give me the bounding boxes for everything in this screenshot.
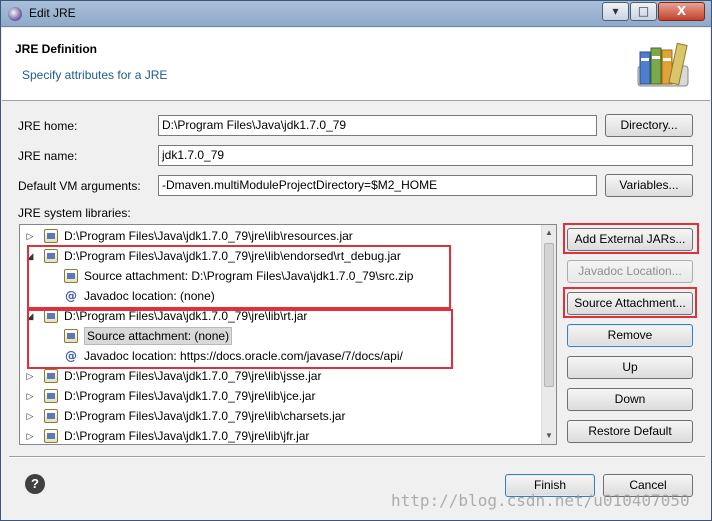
add-external-jars-label: Add External JARs... xyxy=(574,232,686,246)
tree-scrollbar[interactable]: ▲ ▼ xyxy=(541,225,556,444)
library-jar-row[interactable]: ▷ D:\Program Files\Java\jdk1.7.0_79\jre\l… xyxy=(20,386,543,406)
jar-icon xyxy=(44,309,58,323)
source-attachment-icon xyxy=(64,329,78,343)
window-title: Edit JRE xyxy=(29,6,76,20)
jre-home-field[interactable]: D:\Program Files\Java\jdk1.7.0_79 xyxy=(158,115,597,136)
library-jar-row[interactable]: ▷ D:\Program Files\Java\jdk1.7.0_79\jre\l… xyxy=(20,426,543,444)
tree-item-label: D:\Program Files\Java\jdk1.7.0_79\jre\li… xyxy=(64,309,308,323)
libraries-label: JRE system libraries: xyxy=(18,206,131,220)
jre-home-label: JRE home: xyxy=(18,119,78,133)
javadoc-location-row[interactable]: @ Javadoc location: (none) xyxy=(20,286,543,306)
collapse-icon[interactable]: ◢ xyxy=(24,246,36,266)
tree-item-label: D:\Program Files\Java\jdk1.7.0_79\jre\li… xyxy=(64,429,310,443)
tree-item-label: D:\Program Files\Java\jdk1.7.0_79\jre\li… xyxy=(64,389,316,403)
header-subtitle: Specify attributes for a JRE xyxy=(22,68,168,82)
add-external-jars-button[interactable]: Add External JARs... xyxy=(567,228,693,251)
library-jar-row[interactable]: ◢ D:\Program Files\Java\jdk1.7.0_79\jre\l… xyxy=(20,306,543,326)
directory-button[interactable]: Directory... xyxy=(605,114,693,137)
scroll-down-icon[interactable]: ▼ xyxy=(542,428,556,444)
down-button[interactable]: Down xyxy=(567,388,693,411)
jar-icon xyxy=(44,249,58,263)
dialog-header: JRE Definition Specify attributes for a … xyxy=(2,28,710,101)
source-attachment-row[interactable]: Source attachment: D:\Program Files\Java… xyxy=(20,266,543,286)
header-title: JRE Definition xyxy=(15,42,98,56)
vm-args-field[interactable]: -Dmaven.multiModuleProjectDirectory=$M2_… xyxy=(158,175,597,196)
tree-item-label: Source attachment: D:\Program Files\Java… xyxy=(84,269,414,283)
footer-separator xyxy=(9,456,705,458)
expand-icon[interactable]: ▷ xyxy=(24,406,36,426)
jre-name-field[interactable]: jdk1.7.0_79 xyxy=(158,145,693,166)
tree-item-label: D:\Program Files\Java\jdk1.7.0_79\jre\li… xyxy=(64,229,353,243)
tree-item-label: D:\Program Files\Java\jdk1.7.0_79\jre\li… xyxy=(64,249,401,263)
vm-args-label: Default VM arguments: xyxy=(18,179,141,193)
tree-item-label: D:\Program Files\Java\jdk1.7.0_79\jre\li… xyxy=(64,409,346,423)
jar-icon xyxy=(44,389,58,403)
javadoc-icon: @ xyxy=(65,349,77,363)
tree-item-label: Javadoc location: (none) xyxy=(84,289,215,303)
javadoc-icon: @ xyxy=(65,289,77,303)
title-bar: Edit JRE ▾ □ X xyxy=(1,1,711,27)
source-attachment-row[interactable]: Source attachment: (none) xyxy=(20,326,543,346)
library-jar-row[interactable]: ▷ D:\Program Files\Java\jdk1.7.0_79\jre\l… xyxy=(20,366,543,386)
library-jar-row[interactable]: ▷ D:\Program Files\Java\jdk1.7.0_79\jre\l… xyxy=(20,226,543,246)
library-books-icon xyxy=(637,42,689,87)
dropdown-icon[interactable]: ▾ xyxy=(602,2,629,21)
restore-default-button[interactable]: Restore Default xyxy=(567,420,693,443)
jar-icon xyxy=(44,429,58,443)
jre-name-label: JRE name: xyxy=(18,149,78,163)
scroll-thumb[interactable] xyxy=(544,243,554,387)
expand-icon[interactable]: ▷ xyxy=(24,426,36,444)
library-jar-row[interactable]: ▷ D:\Program Files\Java\jdk1.7.0_79\jre\l… xyxy=(20,406,543,426)
jre-libraries-tree[interactable]: ▷ D:\Program Files\Java\jdk1.7.0_79\jre\l… xyxy=(19,224,557,445)
tree-item-label: Javadoc location: https://docs.oracle.co… xyxy=(84,349,403,363)
expand-icon[interactable]: ▷ xyxy=(24,366,36,386)
collapse-icon[interactable]: ◢ xyxy=(24,306,36,326)
jar-icon xyxy=(44,409,58,423)
expand-icon[interactable]: ▷ xyxy=(24,226,36,246)
watermark-text: http://blog.csdn.net/u010407050 xyxy=(391,491,690,510)
eclipse-app-icon xyxy=(8,7,22,21)
remove-button[interactable]: Remove xyxy=(567,324,693,347)
variables-button[interactable]: Variables... xyxy=(605,174,693,197)
javadoc-location-button[interactable]: Javadoc Location... xyxy=(567,260,693,283)
maximize-icon[interactable]: □ xyxy=(630,2,657,21)
source-attachment-icon xyxy=(64,269,78,283)
expand-icon[interactable]: ▷ xyxy=(24,386,36,406)
javadoc-location-row[interactable]: @ Javadoc location: https://docs.oracle.c… xyxy=(20,346,543,366)
scroll-up-icon[interactable]: ▲ xyxy=(542,225,556,241)
edit-jre-dialog: Edit JRE ▾ □ X JRE Definition Specify at… xyxy=(0,0,712,521)
source-attachment-button[interactable]: Source Attachment... xyxy=(567,292,693,315)
help-icon[interactable]: ? xyxy=(25,474,45,494)
up-button[interactable]: Up xyxy=(567,356,693,379)
tree-item-label: Source attachment: (none) xyxy=(84,327,233,345)
close-icon[interactable]: X xyxy=(658,2,705,21)
jar-icon xyxy=(44,369,58,383)
tree-item-label: D:\Program Files\Java\jdk1.7.0_79\jre\li… xyxy=(64,369,322,383)
library-jar-row[interactable]: ◢ D:\Program Files\Java\jdk1.7.0_79\jre\l… xyxy=(20,246,543,266)
jar-icon xyxy=(44,229,58,243)
